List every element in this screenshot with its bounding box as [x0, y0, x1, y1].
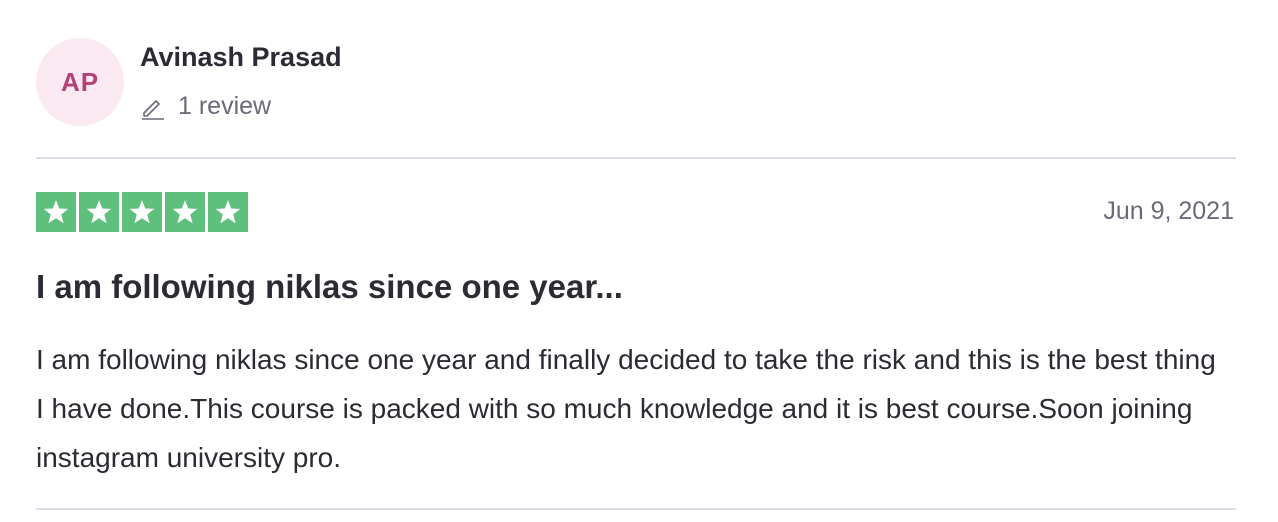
star-icon	[208, 192, 248, 232]
star-icon	[36, 192, 76, 232]
star-icon	[79, 192, 119, 232]
star-icon	[165, 192, 205, 232]
reviewer-header: AP Avinash Prasad 1 review	[36, 38, 1236, 128]
review-card: AP Avinash Prasad 1 review Jun 9, 2021 I…	[36, 0, 1236, 522]
star-icon	[122, 192, 162, 232]
star-rating	[36, 192, 248, 232]
review-count-label: 1 review	[178, 92, 272, 120]
divider-bottom	[36, 508, 1236, 510]
avatar-initials: AP	[60, 66, 100, 97]
review-count: 1 review	[140, 92, 271, 121]
avatar[interactable]: AP	[36, 38, 124, 126]
divider-top	[36, 157, 1236, 159]
review-title[interactable]: I am following niklas since one year...	[36, 268, 623, 306]
review-text: I am following niklas since one year and…	[36, 344, 1216, 473]
reviewer-name[interactable]: Avinash Prasad	[140, 42, 342, 73]
review-date: Jun 9, 2021	[1103, 197, 1234, 225]
pencil-icon	[142, 99, 164, 120]
